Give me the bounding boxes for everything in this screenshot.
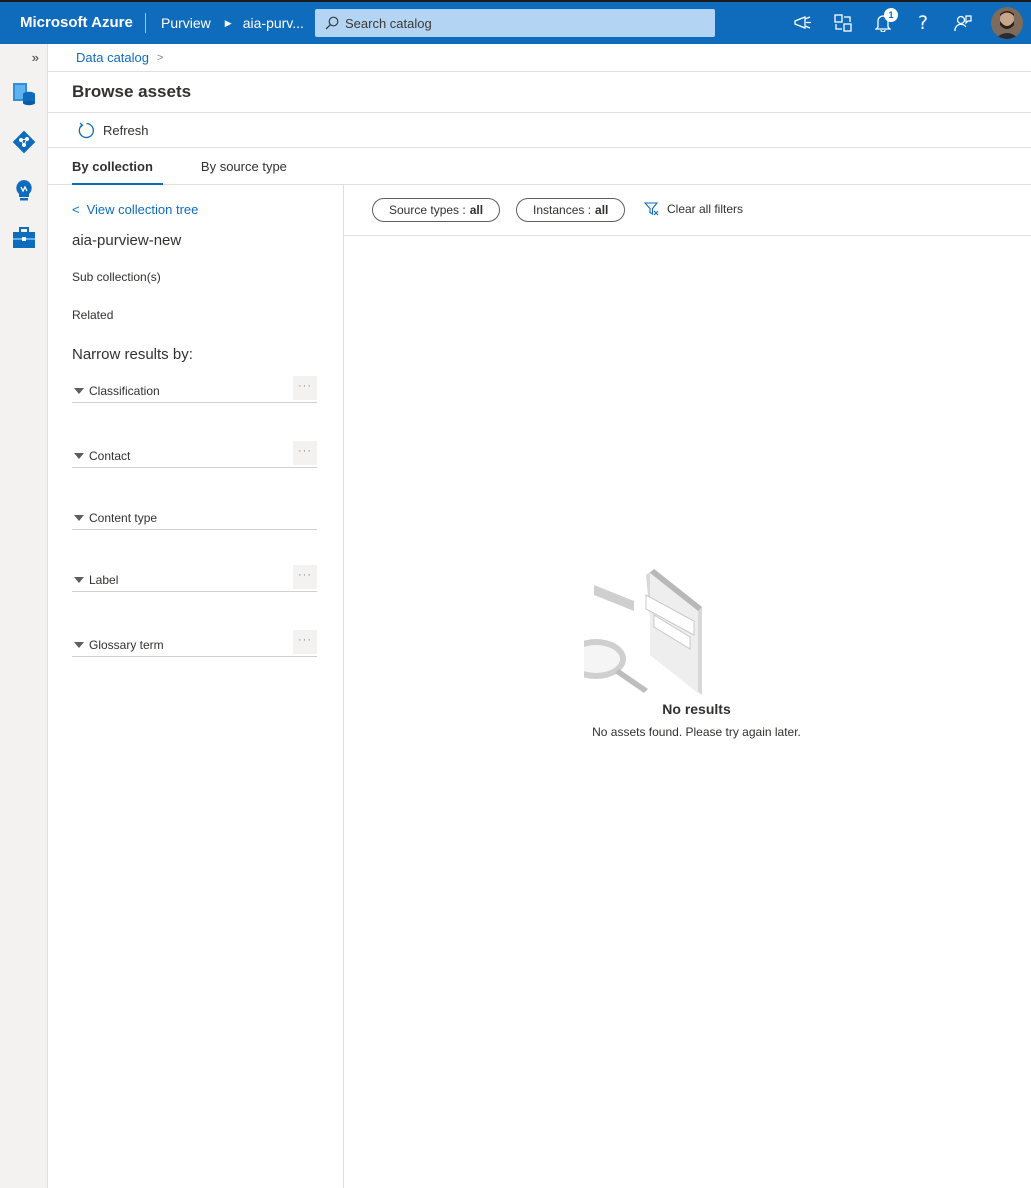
tab-by-collection[interactable]: By collection [62,148,163,185]
help-icon[interactable]: ? [903,2,943,44]
facet-label: Content type [89,510,158,525]
data-catalog-icon[interactable] [0,70,47,118]
notification-badge: 1 [884,8,898,22]
top-breadcrumb: Purview ▶ aia-purv... [161,15,304,31]
facet-glossary-term[interactable]: Glossary term ··· [72,630,317,657]
directory-switch-icon[interactable] [823,2,863,44]
crumb-account[interactable]: aia-purv... [243,15,304,31]
results-pane: Source types : all Instances : all Clear… [344,185,1031,1188]
caret-down-icon [74,576,84,583]
bell-icon[interactable]: 1 [863,2,903,44]
source-types-label: Source types : [389,203,466,217]
insights-icon[interactable] [0,166,47,214]
narrow-results-heading: Narrow results by: [72,346,193,363]
top-bar: Microsoft Azure Purview ▶ aia-purv... 1 … [0,0,1031,44]
caret-down-icon [74,641,84,648]
facet-label: Contact [89,448,131,463]
facet-contact[interactable]: Contact ··· [72,441,317,468]
instances-label: Instances : [533,203,592,217]
more-options-button[interactable]: ··· [293,630,317,654]
sub-collections-link[interactable]: Sub collection(s) [72,270,161,284]
chevron-left-icon: < [72,202,80,217]
clear-all-filters-button[interactable]: Clear all filters [644,202,743,216]
command-bar: Refresh [48,113,1031,148]
empty-title: No results [662,701,731,717]
instances-value: all [595,203,609,217]
search-icon [325,16,339,30]
refresh-button[interactable]: Refresh [78,122,149,139]
filter-bar: Source types : all Instances : all Clear… [344,185,1031,236]
expand-rail-button[interactable]: » [0,44,47,70]
view-collection-tree-link[interactable]: < View collection tree [72,202,198,217]
more-options-button[interactable]: ··· [293,441,317,465]
more-options-button[interactable]: ··· [293,376,317,400]
caret-down-icon [74,387,84,394]
management-icon[interactable] [0,214,47,262]
facet-content-type[interactable]: Content type [72,506,317,530]
refresh-label: Refresh [103,122,149,138]
breadcrumb: Data catalog > [48,44,1031,72]
source-types-value: all [469,203,484,217]
chevron-right-icon: > [157,51,164,64]
top-icons: 1 ? [783,2,1031,44]
empty-subtitle: No assets found. Please try again later. [592,725,801,739]
related-link[interactable]: Related [72,308,113,322]
facet-classification[interactable]: Classification ··· [72,376,317,403]
caret-down-icon [74,514,84,521]
facet-label[interactable]: Label ··· [72,565,317,592]
left-rail: » [0,44,48,1188]
facet-label: Label [89,572,119,587]
azure-brand[interactable]: Microsoft Azure [0,13,146,33]
tab-by-source-type[interactable]: By source type [191,148,297,184]
crumb-purview[interactable]: Purview [161,15,211,31]
caret-down-icon [74,452,84,459]
instances-filter[interactable]: Instances : all [516,198,626,222]
content-area: < View collection tree aia-purview-new S… [48,185,1031,1188]
page-title: Browse assets [48,72,1031,113]
data-map-icon[interactable] [0,118,47,166]
more-options-button[interactable]: ··· [293,565,317,589]
tab-bar: By collection By source type [48,148,1031,185]
breadcrumb-data-catalog[interactable]: Data catalog [76,50,149,65]
facet-label: Classification [89,383,160,398]
facet-label: Glossary term [89,637,164,652]
refresh-icon [78,122,94,138]
source-types-filter[interactable]: Source types : all [372,198,501,222]
feedback-icon[interactable] [783,2,823,44]
view-collection-tree-label: View collection tree [86,202,199,217]
search-box[interactable] [315,9,715,37]
clear-all-filters-label: Clear all filters [667,202,744,216]
collection-name: aia-purview-new [72,232,182,249]
avatar[interactable] [991,7,1023,39]
person-feedback-icon[interactable] [943,2,983,44]
no-results-illustration [584,569,702,695]
main-area: Data catalog > Browse assets Refresh By … [48,44,1031,1188]
clear-filter-icon [644,202,659,216]
collection-pane: < View collection tree aia-purview-new S… [48,185,344,1188]
crumb-separator-icon: ▶ [224,17,232,28]
search-input[interactable] [345,15,705,31]
